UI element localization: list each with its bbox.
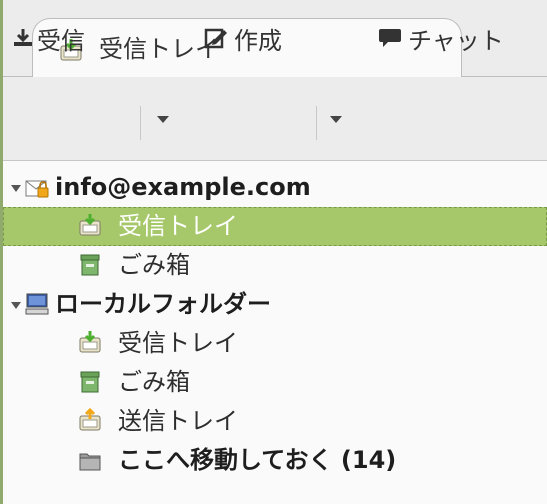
- folder-label: ここへ移動しておく (14): [118, 446, 397, 474]
- get-messages-label: 受信: [37, 26, 85, 55]
- folder-label: 受信トレイ: [118, 329, 238, 357]
- folder-row-local-trash[interactable]: ごみ箱: [3, 363, 547, 402]
- toolbar-separator: [316, 106, 317, 140]
- write-button[interactable]: 作成: [204, 0, 282, 76]
- inbox-icon: [78, 213, 102, 237]
- folder-label: ごみ箱: [118, 251, 190, 279]
- folder-row-local-outbox[interactable]: 送信トレイ: [3, 402, 547, 441]
- folder-pane: info@example.com 受信トレイ ごみ箱 ローカルフォルダー 受信ト…: [3, 161, 547, 504]
- toolbar-separator: [140, 106, 141, 140]
- folder-icon: [78, 449, 102, 473]
- pencil-icon: [204, 27, 228, 49]
- trash-icon: [78, 370, 102, 394]
- folder-row-local[interactable]: ローカルフォルダー: [3, 285, 547, 324]
- collapse-arrow-icon[interactable]: [11, 185, 21, 192]
- folder-row-archive[interactable]: ここへ移動しておく (14): [3, 441, 547, 480]
- folder-label: info@example.com: [55, 173, 311, 201]
- chat-button[interactable]: チャット: [378, 0, 504, 76]
- folder-row-account[interactable]: info@example.com: [3, 168, 547, 207]
- mail-account-icon: [25, 176, 49, 200]
- write-label: 作成: [234, 26, 282, 55]
- folder-row-account-trash[interactable]: ごみ箱: [3, 246, 547, 285]
- inbox-icon: [78, 330, 102, 354]
- collapse-arrow-icon[interactable]: [11, 302, 21, 309]
- tab-label: 受信トレイ: [99, 35, 219, 63]
- folder-row-account-inbox[interactable]: 受信トレイ: [3, 207, 547, 246]
- computer-icon: [25, 292, 49, 316]
- chat-label: チャット: [408, 26, 504, 55]
- chat-bubble-icon: [378, 27, 402, 49]
- download-icon: [12, 27, 34, 49]
- get-messages-button[interactable]: 受信: [12, 0, 85, 76]
- toolbar: [3, 84, 547, 160]
- folder-label: 送信トレイ: [118, 407, 238, 435]
- folder-label: 受信トレイ: [118, 212, 238, 240]
- folder-row-local-inbox[interactable]: 受信トレイ: [3, 324, 547, 363]
- folder-label: ローカルフォルダー: [55, 290, 271, 318]
- write-dropdown-icon[interactable]: [330, 116, 342, 123]
- folder-label: ごみ箱: [118, 368, 190, 396]
- outbox-icon: [78, 407, 102, 432]
- get-messages-dropdown-icon[interactable]: [157, 116, 169, 123]
- trash-icon: [78, 253, 102, 277]
